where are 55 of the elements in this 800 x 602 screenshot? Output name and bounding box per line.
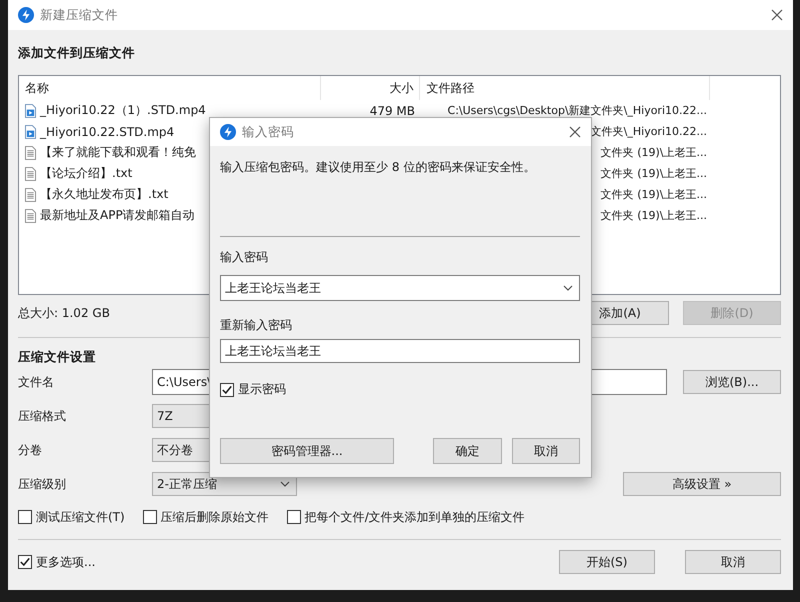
dialog-message: 输入压缩包密码。建议使用至少 8 位的密码来保证安全性。: [220, 159, 536, 176]
total-size: 总大小: 1.02 GB: [18, 304, 110, 322]
chevron-icon: [280, 481, 290, 487]
dialog-button[interactable]: 密码管理器...: [220, 438, 394, 464]
field-label: 文件名: [18, 374, 55, 390]
app-icon: [18, 7, 34, 23]
field-label: 输入密码: [220, 249, 269, 265]
column-header[interactable]: 文件路径: [420, 76, 710, 100]
dialog-title: 输入密码: [242, 124, 294, 140]
field-label: 压缩级别: [18, 476, 67, 492]
password-dropdown[interactable]: 上老王论坛当老王: [220, 275, 580, 301]
file-path: C:\Users\cgs\Desktop\新建文件夹\_Hiyori10.22...: [448, 103, 707, 118]
file-path: 文件夹 (19)\上老王...: [600, 166, 707, 181]
file-size: 479 MB: [370, 104, 415, 118]
app-icon: [220, 124, 236, 140]
confirm-password-field[interactable]: 上老王论坛当老王: [220, 339, 580, 363]
field-label: 压缩格式: [18, 408, 67, 424]
file-path: 文件夹 (19)\上老王...: [600, 187, 707, 202]
video-file-icon: [25, 104, 36, 118]
file-name[interactable]: 【论坛介绍】.txt: [40, 165, 132, 182]
checkmark-icon: [19, 556, 31, 568]
dialog-button[interactable]: 确定: [433, 438, 502, 464]
option-checkbox[interactable]: 把每个文件/文件夹添加到单独的压缩文件: [286, 508, 525, 526]
section-title: 压缩文件设置: [18, 349, 96, 365]
document-icon: [25, 166, 36, 180]
document-icon: [25, 188, 36, 202]
file-name[interactable]: _Hiyori10.22.STD.mp4: [40, 124, 174, 138]
file-name[interactable]: _Hiyori10.22（1）.STD.mp4: [40, 102, 206, 119]
footer-button[interactable]: 开始(S): [559, 550, 655, 574]
field-button[interactable]: 高级设置 »: [623, 472, 781, 496]
close-icon[interactable]: [771, 9, 783, 21]
window-title: 新建压缩文件: [40, 6, 118, 24]
document-icon: [25, 146, 36, 160]
file-name[interactable]: 【来了就能下载和观看！纯免: [40, 144, 196, 161]
close-icon[interactable]: [569, 126, 581, 138]
column-header[interactable]: 大小: [320, 76, 420, 100]
section-title: 添加文件到压缩文件: [18, 45, 135, 61]
field-label: 重新输入密码: [220, 317, 293, 333]
checkmark-icon: [221, 384, 233, 396]
field-button[interactable]: 浏览(B)...: [683, 370, 781, 394]
file-path: 文件夹 (19)\上老王...: [600, 145, 707, 160]
column-header[interactable]: 名称: [19, 76, 321, 100]
file-path: 文件夹 (19)\上老王...: [600, 208, 707, 223]
file-name[interactable]: 最新地址及APP请发邮箱自动: [40, 207, 195, 224]
file-name[interactable]: 【永久地址发布页】.txt: [40, 186, 168, 203]
document-icon: [25, 208, 36, 222]
show-password-checkbox[interactable]: 显示密码: [220, 381, 580, 398]
video-file-icon: [25, 124, 36, 138]
more-options-checkbox[interactable]: 更多选项...: [18, 554, 96, 570]
footer-button[interactable]: 取消: [685, 550, 781, 574]
chevron-icon: [563, 285, 573, 291]
dialog-button[interactable]: 取消: [512, 438, 580, 464]
option-checkbox[interactable]: 测试压缩文件(T): [18, 508, 125, 526]
field-label: 分卷: [18, 442, 43, 458]
option-checkbox[interactable]: 压缩后删除原始文件: [142, 508, 269, 526]
